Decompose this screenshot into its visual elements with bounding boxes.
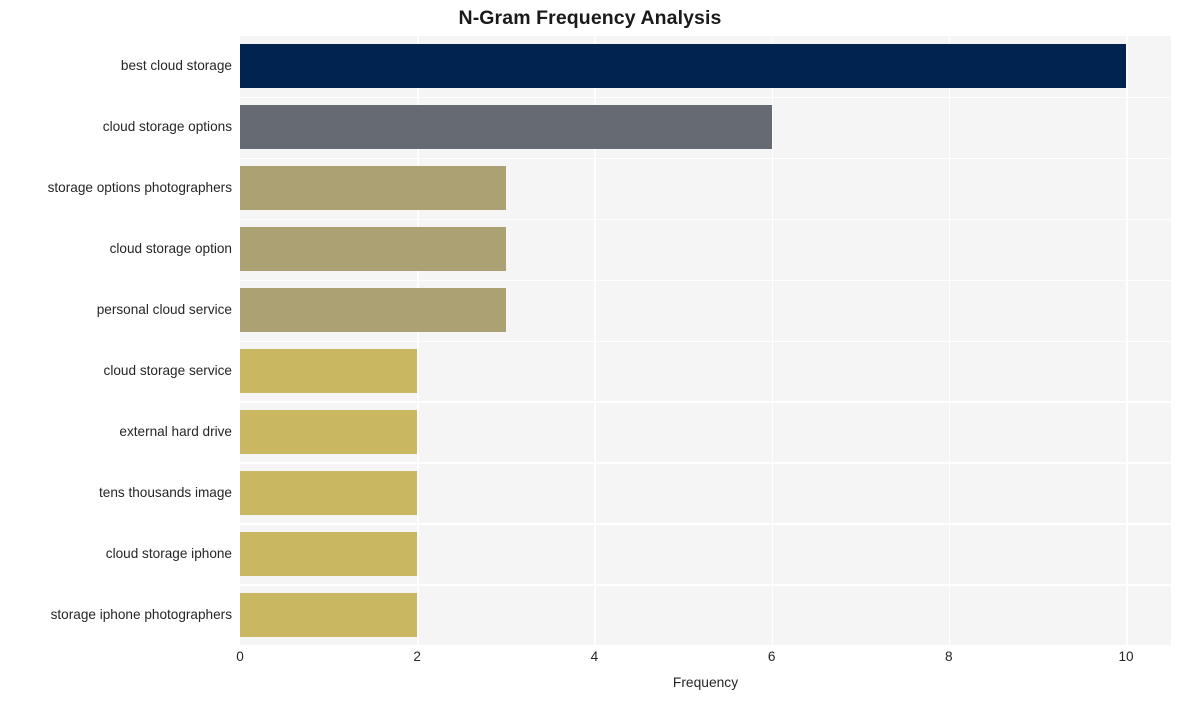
y-axis-tick-label: best cloud storage <box>120 58 232 74</box>
x-axis-tick-label: 6 <box>767 649 776 664</box>
bar[interactable] <box>240 227 506 272</box>
gridline-horizontal <box>240 523 1171 525</box>
x-axis-tick-label: 4 <box>590 649 599 664</box>
bar[interactable] <box>240 531 418 576</box>
y-axis-tick-label: cloud storage service <box>103 362 232 378</box>
chart-figure: N-Gram Frequency Analysis best cloud sto… <box>0 0 1180 701</box>
y-axis-tick-label: cloud storage options <box>102 119 232 135</box>
gridline-horizontal <box>240 340 1171 343</box>
bar[interactable] <box>240 105 772 150</box>
y-axis-tick-label: personal cloud service <box>96 302 232 318</box>
gridline-horizontal <box>240 462 1171 464</box>
bar[interactable] <box>240 348 418 393</box>
x-axis-tick-label: 10 <box>1118 649 1134 664</box>
gridline-horizontal <box>240 157 1171 160</box>
x-axis-tick-labels: 0 2 4 6 8 10 <box>0 649 1180 671</box>
x-axis-tick-label: 8 <box>945 649 953 664</box>
x-axis-title: Frequency <box>672 675 739 690</box>
y-axis-tick-label: external hard drive <box>119 423 232 439</box>
bar[interactable] <box>240 44 1126 89</box>
plot-area <box>240 36 1171 645</box>
bar[interactable] <box>240 409 418 454</box>
gridline-horizontal <box>240 401 1171 403</box>
page-title: N-Gram Frequency Analysis <box>458 7 722 29</box>
y-axis-tick-label: tens thousands image <box>98 484 232 500</box>
bar[interactable] <box>240 592 418 637</box>
gridline-horizontal <box>240 279 1171 282</box>
bar[interactable] <box>240 166 506 211</box>
y-axis-tick-label: cloud storage iphone <box>105 545 232 561</box>
gridline-horizontal <box>240 218 1171 221</box>
x-axis-tick-label: 0 <box>236 649 244 664</box>
gridline-horizontal <box>240 96 1171 99</box>
y-axis-tick-label: storage iphone photographers <box>50 606 232 622</box>
y-axis-tick-label: cloud storage option <box>109 241 232 257</box>
bar[interactable] <box>240 288 506 333</box>
y-axis-tick-labels: best cloud storage cloud storage options s… <box>0 36 232 645</box>
x-axis-tick-label: 2 <box>413 649 421 664</box>
y-axis-tick-label: storage options photographers <box>47 180 232 196</box>
gridline-horizontal <box>240 584 1171 586</box>
bar[interactable] <box>240 470 418 515</box>
